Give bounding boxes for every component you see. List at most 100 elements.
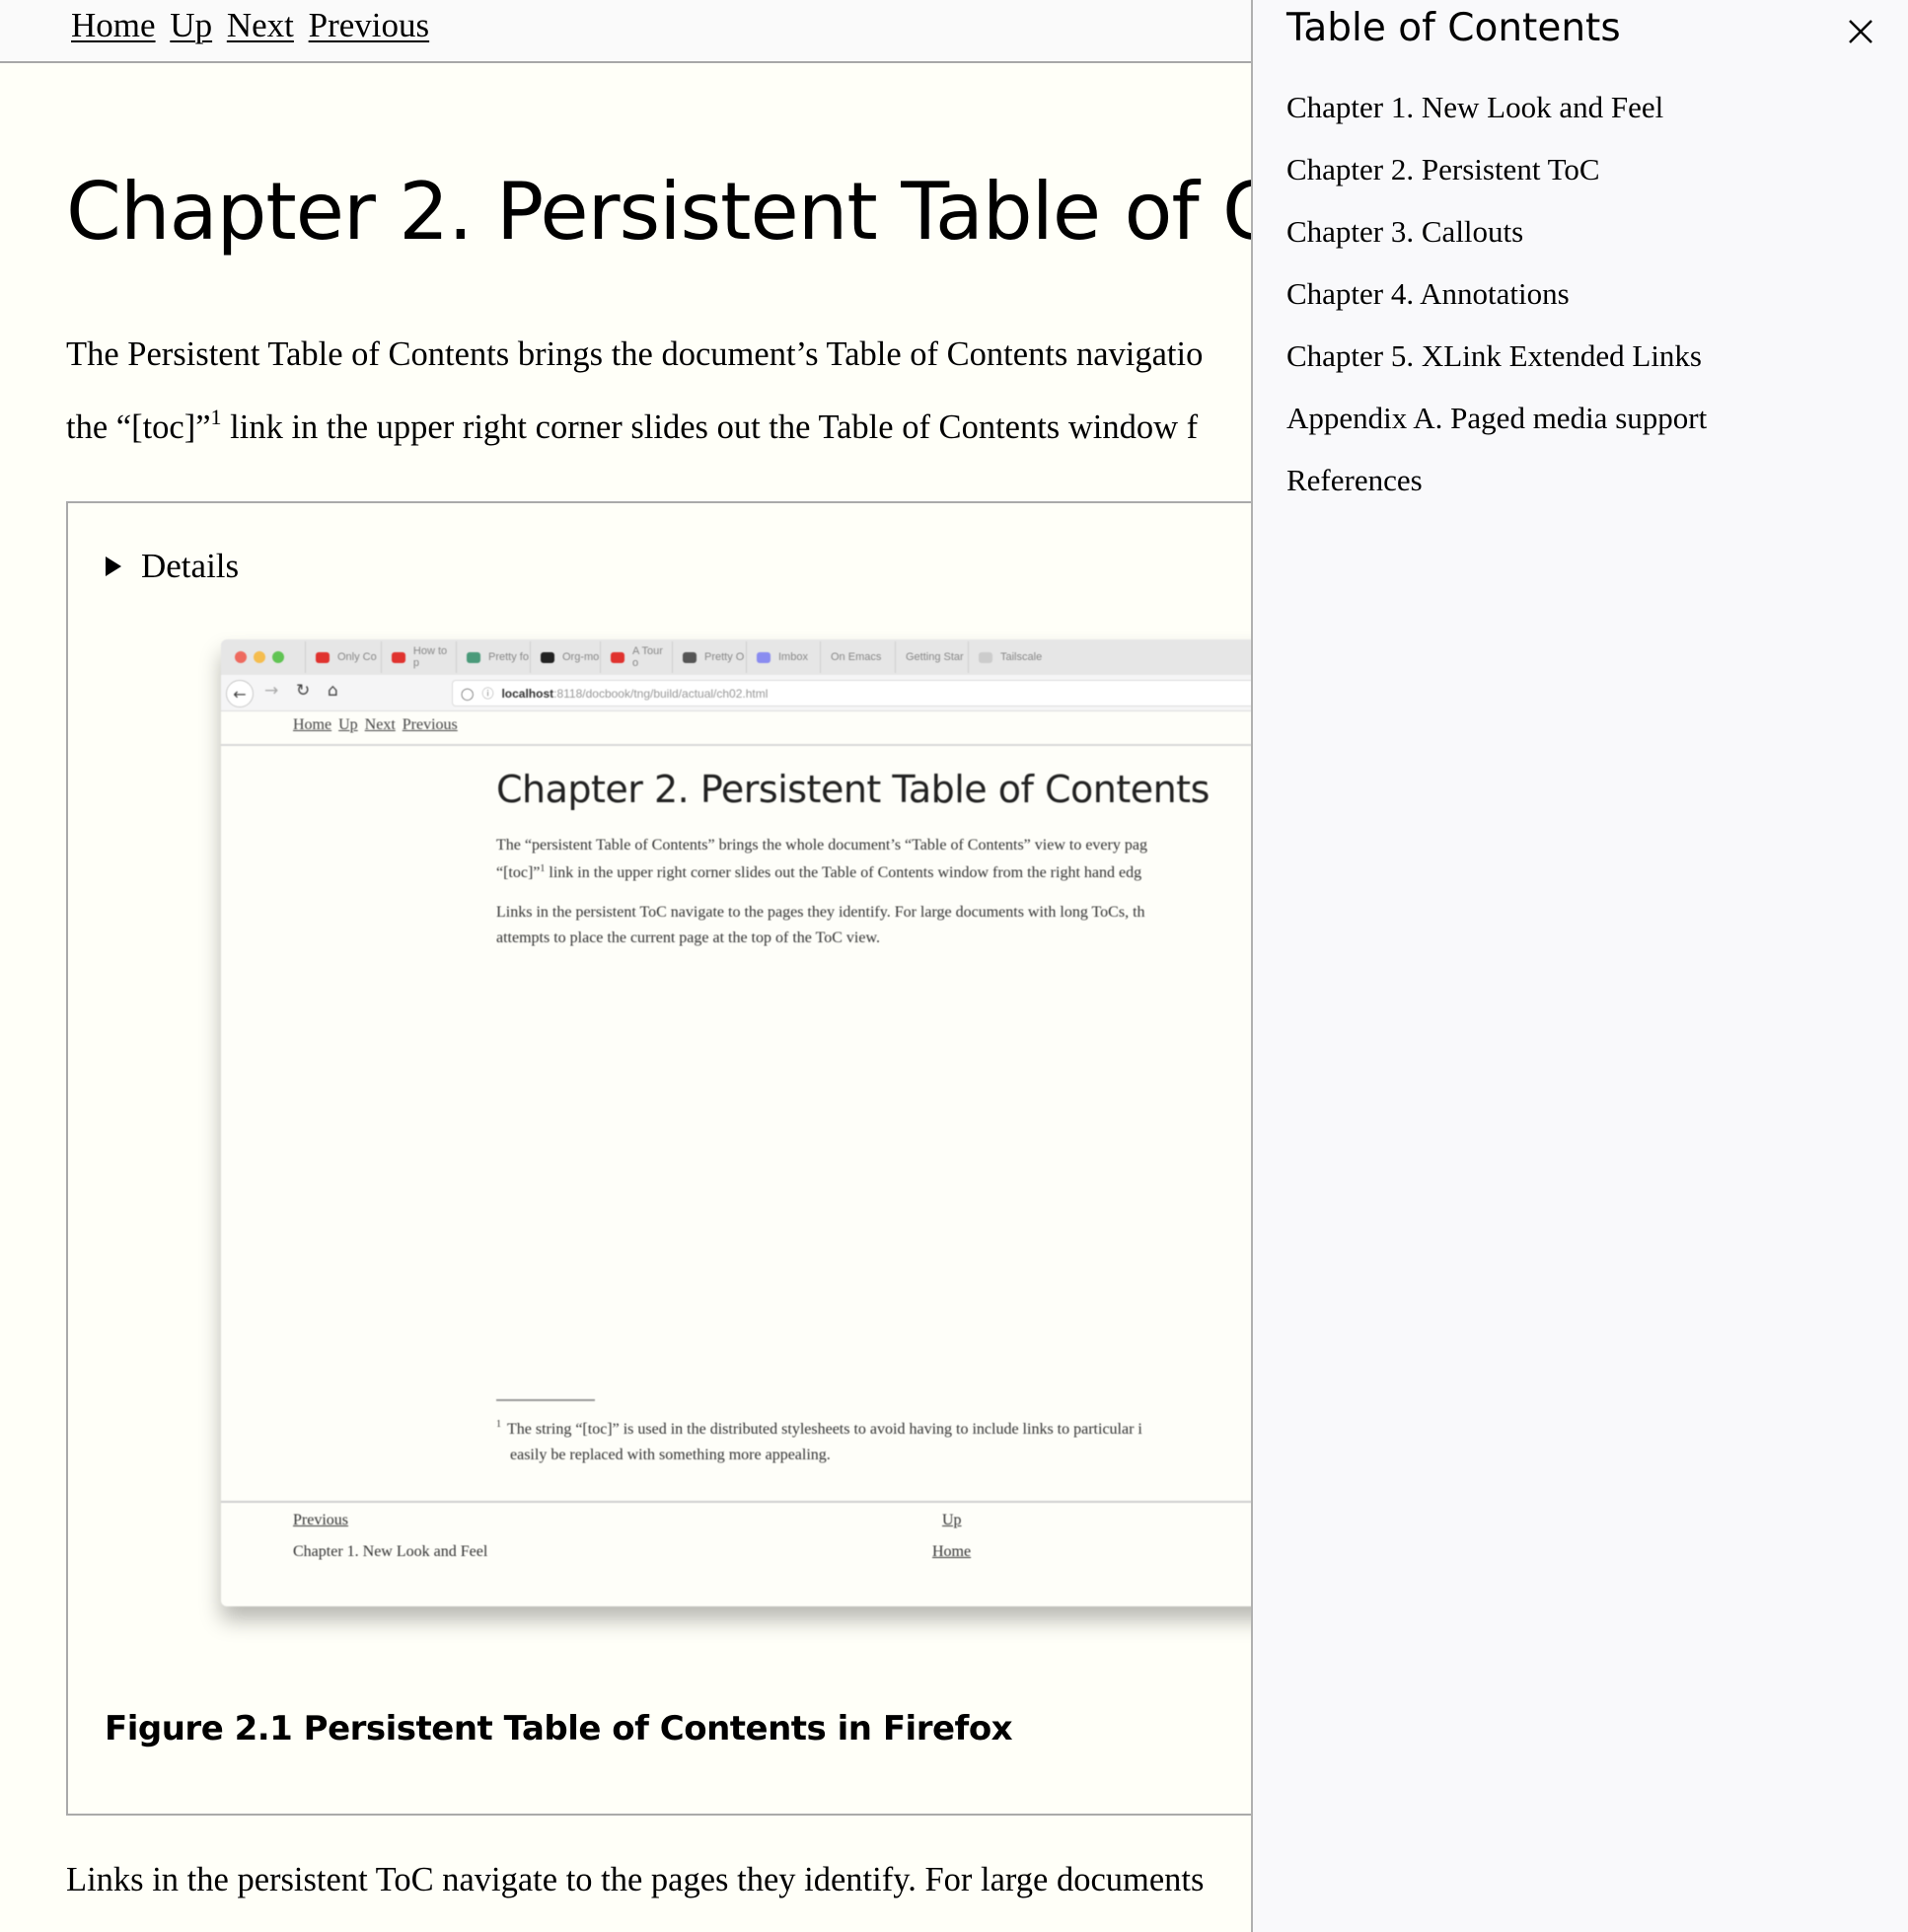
links-paragraph: Links in the persistent ToC navigate to …: [66, 1861, 1205, 1898]
toc-link-chapter-3[interactable]: Chapter 3. Callouts: [1286, 214, 1523, 249]
browser-tab: Pretty O: [672, 641, 746, 673]
footnote-text: The string “[toc]” is used in the distri…: [507, 1421, 1142, 1438]
browser-tab-label: Org-mo: [562, 651, 600, 663]
toc-item: Chapter 4. Annotations: [1286, 271, 1707, 334]
shield-icon: ◯: [461, 686, 475, 701]
screenshot-para-2-line-2: attempts to place the current page at th…: [496, 929, 880, 946]
screenshot-bottom-home: Home: [932, 1543, 972, 1560]
screenshot-footnote-line-2: easily be replaced with something more a…: [510, 1447, 831, 1463]
screenshot-para-2-line-1: Links in the persistent ToC navigate to …: [496, 904, 1145, 921]
screenshot-footnote-line-1: 1 The string “[toc]” is used in the distr…: [496, 1419, 1142, 1439]
details-label: Details: [141, 547, 240, 585]
screenshot-bottom-previous: Previous: [293, 1512, 348, 1528]
browser-tab-label: On Emacs: [831, 651, 882, 663]
screenshot-nav-previous: Previous: [402, 716, 458, 733]
nav-up-link[interactable]: Up: [170, 6, 212, 44]
youtube-icon: [392, 651, 405, 663]
toc-link-appendix-a[interactable]: Appendix A. Paged media support: [1286, 401, 1707, 435]
nav-previous-link[interactable]: Previous: [309, 6, 430, 44]
browser-tab-label: Pretty fo: [488, 651, 529, 663]
top-nav-links: Home Up Next Previous: [71, 6, 435, 45]
screenshot-para-text: “[toc]”: [496, 864, 541, 881]
intro-paragraph-line-2: the “[toc]”1 link in the upper right cor…: [66, 407, 1199, 447]
screenshot-para-1-line-1: The “persistent Table of Contents” bring…: [496, 837, 1147, 854]
youtube-icon: [316, 651, 330, 663]
browser-tab-label: Only Co: [337, 651, 377, 663]
screenshot-para-text: link in the upper right corner slides ou…: [545, 864, 1142, 881]
toc-title: Table of Contents: [1286, 6, 1621, 50]
page-title: Chapter 2. Persistent Table of Co: [66, 166, 1251, 258]
info-icon: ⓘ: [481, 687, 494, 701]
intro-text-end: link in the upper right corner slides ou…: [221, 409, 1199, 446]
footnote-number: 1: [496, 1419, 501, 1430]
window-minimize-dot-icon: [254, 651, 265, 663]
footnote-divider: [496, 1399, 595, 1401]
screenshot-nav-up: Up: [338, 716, 358, 733]
screenshot-para-1-line-2: “[toc]”1 link in the upper right corner …: [496, 864, 1141, 882]
figure-caption: Figure 2.1 Persistent Table of Contents …: [105, 1709, 1013, 1748]
toc-item: Appendix A. Paged media support: [1286, 396, 1707, 458]
disclosure-triangle-icon: [106, 557, 121, 576]
browser-toolbar: ← → ↻ ⌂ ◯ ⓘ localhost:8118/docbook/tng/b…: [221, 675, 1251, 711]
reload-icon: ↻: [296, 681, 311, 701]
toc-link-chapter-2[interactable]: Chapter 2. Persistent ToC: [1286, 152, 1600, 186]
toc-item: Chapter 5. XLink Extended Links: [1286, 334, 1707, 396]
toc-sidebar: Table of Contents Chapter 1. New Look an…: [1251, 0, 1908, 1932]
browser-tab: Imbox: [746, 641, 820, 673]
screenshot-nav-home: Home: [293, 716, 332, 733]
toc-item: Chapter 2. Persistent ToC: [1286, 147, 1707, 209]
intro-text-start: the “[toc]”: [66, 409, 211, 446]
screenshot-bottom-prev-title: Chapter 1. New Look and Feel: [293, 1543, 488, 1560]
browser-tab: A Tour o: [600, 641, 672, 673]
browser-tab: Org-mo: [530, 641, 600, 673]
screenshot-top-nav: Home Up Next Previous: [221, 710, 1251, 746]
youtube-icon: [611, 651, 624, 663]
toc-item: Chapter 3. Callouts: [1286, 209, 1707, 271]
close-icon: [1849, 20, 1872, 43]
browser-tab-label: Imbox: [778, 651, 808, 663]
toc-list: Chapter 1. New Look and Feel Chapter 2. …: [1286, 85, 1707, 520]
top-navigation: Home Up Next Previous: [0, 0, 1251, 63]
nav-next-link[interactable]: Next: [227, 6, 294, 44]
back-arrow-icon: ←: [226, 680, 254, 707]
browser-tab: Only Co: [305, 641, 381, 673]
nav-home-link[interactable]: Home: [71, 6, 156, 44]
toc-item: References: [1286, 458, 1707, 520]
browser-tab-bar: Only Co How to p Pretty fo Org-mo A Tour o Pr…: [221, 639, 1251, 676]
intro-paragraph-line-1: The Persistent Table of Contents brings …: [66, 335, 1204, 373]
url-field: ◯ ⓘ localhost:8118/docbook/tng/build/act…: [452, 680, 1251, 706]
browser-tab-label: A Tour o: [631, 645, 663, 669]
figure-box: Details Only Co How to p Pretty fo Org-mo A …: [66, 501, 1251, 1816]
bird-icon: [467, 651, 480, 663]
main-content: Home Up Next Previous Chapter 2. Persist…: [0, 0, 1251, 1932]
browser-tab: Tailscale: [968, 641, 1047, 673]
browser-tab-label: Pretty O: [704, 651, 745, 663]
browser-tab: Pretty fo: [456, 641, 530, 673]
details-toggle[interactable]: Details: [106, 547, 239, 586]
browser-tab-label: How to p: [412, 645, 448, 669]
toc-link-chapter-4[interactable]: Chapter 4. Annotations: [1286, 276, 1570, 311]
browser-tab: How to p: [381, 641, 456, 673]
window-maximize-dot-icon: [272, 651, 284, 663]
grid-icon: [683, 651, 697, 663]
toc-item: Chapter 1. New Look and Feel: [1286, 85, 1707, 147]
toc-link-references[interactable]: References: [1286, 463, 1423, 497]
screenshot-bottom-up: Up: [942, 1512, 962, 1528]
firefox-screenshot: Only Co How to p Pretty fo Org-mo A Tour o Pr…: [221, 639, 1251, 1606]
browser-tab: On Emacs: [820, 641, 895, 673]
toc-link-chapter-5[interactable]: Chapter 5. XLink Extended Links: [1286, 338, 1702, 373]
browser-tab-label: Tailscale: [1000, 651, 1043, 663]
url-path: :8118/docbook/tng/build/actual/ch02.html: [553, 686, 769, 701]
window-close-dot-icon: [235, 651, 247, 663]
url-host: localhost: [501, 686, 554, 701]
org-icon: [541, 651, 554, 663]
dots-icon: [979, 651, 992, 663]
browser-tab: Getting Star: [895, 641, 968, 673]
close-button[interactable]: [1843, 14, 1878, 49]
screenshot-nav-next: Next: [364, 716, 396, 733]
screenshot-title: Chapter 2. Persistent Table of Contents: [496, 768, 1210, 811]
flame-icon: [757, 651, 771, 663]
footnote-ref-link[interactable]: 1: [211, 405, 222, 429]
toc-link-chapter-1[interactable]: Chapter 1. New Look and Feel: [1286, 90, 1663, 124]
home-icon: ⌂: [328, 681, 338, 701]
